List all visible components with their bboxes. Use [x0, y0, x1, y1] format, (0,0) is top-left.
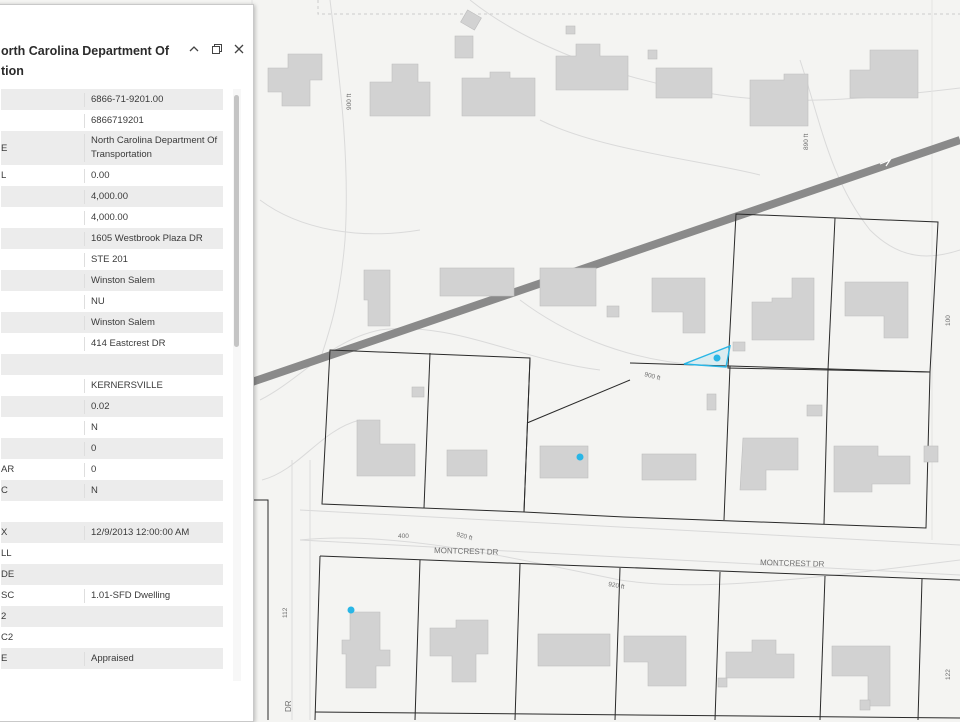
attribute-row: E Appraised — [1, 648, 223, 669]
attribute-value: Winston Salem — [84, 273, 223, 288]
feature-popup: orth Carolina Department Of tion 6866-71… — [0, 4, 254, 722]
attribute-row — [1, 501, 223, 522]
attribute-name: LL — [1, 548, 12, 559]
attribute-row: STE 201 — [1, 249, 223, 270]
location-marker[interactable] — [713, 354, 721, 362]
attribute-row: E North Carolina Department Of Transporta… — [1, 131, 223, 165]
attribute-value: KERNERSVILLE — [84, 378, 223, 393]
attribute-value: 4,000.00 — [84, 210, 223, 225]
attribute-row: 2 — [1, 606, 223, 627]
attribute-value: 1.01-SFD Dwelling — [84, 588, 223, 603]
attribute-row: 414 Eastcrest DR — [1, 333, 223, 354]
attribute-row: Winston Salem — [1, 270, 223, 291]
scrollbar-thumb[interactable] — [234, 95, 239, 347]
attribute-row: CN — [1, 480, 223, 501]
attribute-value: 0 — [84, 462, 223, 477]
attribute-row: 4,000.00 — [1, 186, 223, 207]
address-number: 400 — [398, 533, 409, 540]
attribute-value: 1605 Westbrook Plaza DR — [84, 231, 223, 246]
attribute-row: KERNERSVILLE — [1, 375, 223, 396]
collapse-icon[interactable] — [186, 43, 202, 59]
attribute-name: C — [1, 485, 8, 496]
popup-title: orth Carolina Department Of tion — [1, 41, 181, 81]
attribute-value: Winston Salem — [84, 315, 223, 330]
street-label: MONTCREST DR — [760, 558, 825, 569]
attribute-row: N — [1, 417, 223, 438]
attribute-value: Appraised — [84, 651, 223, 666]
attribute-value: 414 Eastcrest DR — [84, 336, 223, 351]
attribute-value: 6866-71-9201.00 — [84, 92, 223, 107]
close-icon[interactable] — [231, 43, 247, 59]
attribute-value: 0.00 — [84, 168, 223, 183]
attribute-row: AR 0 — [1, 459, 223, 480]
attribute-row: 0 — [1, 438, 223, 459]
attribute-row: 6866-71-9201.00 — [1, 89, 223, 110]
popup-title-line: orth Carolina Department Of — [1, 44, 170, 58]
attribute-name: AR — [1, 464, 15, 475]
attribute-row: SC 1.01-SFD Dwelling — [1, 585, 223, 606]
contour-label: 890 ft — [803, 134, 810, 150]
contour-label: 900 ft — [346, 94, 353, 110]
attribute-row: L 0.00 — [1, 165, 223, 186]
attribute-value: 0.02 — [84, 399, 223, 414]
attribute-name: L — [1, 170, 7, 181]
attribute-name: E — [1, 653, 8, 664]
attribute-name: DE — [1, 569, 15, 580]
attribute-row: X 12/9/2013 12:00:00 AM — [1, 522, 223, 543]
dock-icon[interactable] — [209, 43, 225, 59]
attribute-name: C2 — [1, 632, 14, 643]
attribute-row: DE — [1, 564, 223, 585]
attribute-row: C2 — [1, 627, 223, 648]
attribute-name: X — [1, 527, 8, 538]
attribute-row: Winston Salem — [1, 312, 223, 333]
street-label: DR — [284, 700, 293, 712]
attribute-row: 1605 Westbrook Plaza DR — [1, 228, 223, 249]
attribute-name: E — [1, 142, 8, 154]
attribute-row: NU — [1, 291, 223, 312]
attribute-value: North Carolina Department Of Transportat… — [84, 134, 223, 162]
scrollbar[interactable] — [233, 89, 241, 681]
location-marker[interactable] — [347, 606, 355, 614]
attribute-value: N — [84, 420, 223, 435]
attribute-value: STE 201 — [84, 252, 223, 267]
attribute-row: 4,000.00 — [1, 207, 223, 228]
attribute-name: SC — [1, 590, 15, 601]
attribute-row: LL — [1, 543, 223, 564]
attribute-value: 6866719201 — [84, 113, 223, 128]
attribute-value: 12/9/2013 12:00:00 AM — [84, 525, 223, 540]
attribute-value: 4,000.00 — [84, 189, 223, 204]
attribute-row: 0.02 — [1, 396, 223, 417]
address-number: 122 — [945, 669, 952, 680]
attribute-name: 2 — [1, 611, 7, 622]
popup-title-line: tion — [1, 64, 24, 78]
address-number: 112 — [282, 607, 289, 618]
popup-header: orth Carolina Department Of tion — [0, 5, 253, 89]
address-number: 100 — [945, 315, 952, 326]
attribute-value: N — [84, 483, 223, 498]
attribute-row — [1, 354, 223, 375]
attribute-value: 0 — [84, 441, 223, 456]
location-marker[interactable] — [576, 453, 584, 461]
street-label: MONTCREST DR — [434, 546, 499, 557]
attribute-value: NU — [84, 294, 223, 309]
attribute-row: 6866719201 — [1, 110, 223, 131]
